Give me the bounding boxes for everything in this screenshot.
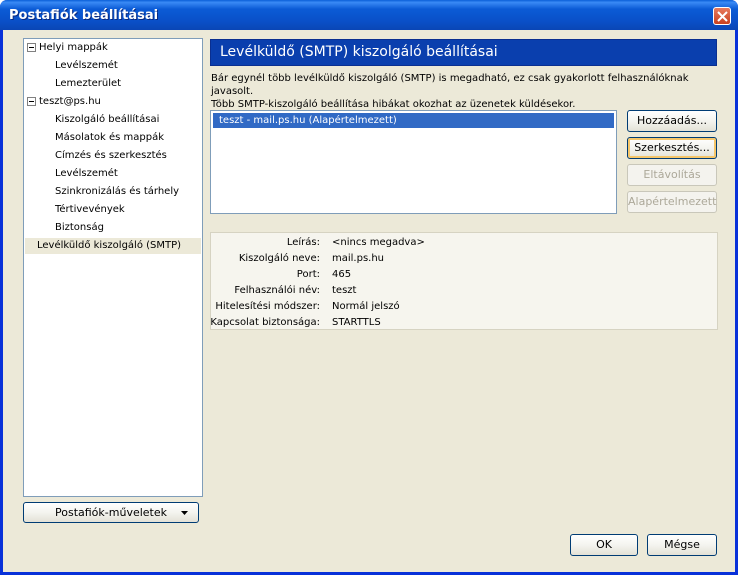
remove-server-label: Eltávolítás (643, 168, 701, 181)
detail-value: <nincs megadva> (332, 237, 425, 248)
detail-value: teszt (332, 285, 357, 296)
account-tree[interactable]: Helyi mappák Levélszemét Lemezterület te… (23, 38, 203, 497)
title-bar[interactable]: Postafiók beállításai (0, 0, 738, 30)
description-line-1: Bár egynél több levélküldő kiszolgáló (S… (211, 73, 689, 97)
tree-item-label: Lemezterület (55, 78, 122, 89)
account-actions-button[interactable]: Postafiók-műveletek (23, 502, 199, 523)
panel-header: Levélküldő (SMTP) kiszolgáló beállításai (210, 39, 717, 66)
detail-value: 465 (332, 269, 352, 280)
tree-item-cimzes[interactable]: Címzés és szerkesztés (55, 148, 167, 164)
detail-label: Hitelesítési módszer: (215, 301, 320, 312)
tree-item-label: Címzés és szerkesztés (55, 150, 167, 161)
tree-item-label: Biztonság (55, 222, 104, 233)
tree-item-smtp[interactable]: Levélküldő kiszolgáló (SMTP) (25, 238, 201, 254)
detail-value: mail.ps.hu (332, 253, 385, 264)
detail-value: Normál jelszó (332, 301, 400, 312)
tree-item-biztonsag[interactable]: Biztonság (55, 220, 104, 236)
collapse-icon[interactable] (27, 97, 36, 106)
close-button[interactable] (713, 7, 731, 25)
tree-item-label: Tértivevények (55, 204, 125, 215)
edit-server-button[interactable]: Szerkesztés... (627, 137, 717, 159)
detail-label: Felhasználói név: (234, 285, 320, 296)
tree-item-label: Levélszemét (55, 168, 118, 179)
cancel-button[interactable]: Mégse (647, 534, 717, 556)
tree-item-label: Helyi mappák (39, 42, 108, 53)
detail-label: Kiszolgáló neve: (238, 253, 320, 264)
add-server-button[interactable]: Hozzáadás... (627, 110, 717, 132)
tree-item-szinkronizalas[interactable]: Szinkronizálás és tárhely (55, 184, 179, 200)
set-default-label: Alapértelmezett (628, 195, 717, 208)
tree-item-label: Másolatok és mappák (55, 132, 165, 143)
detail-value: STARTTLS (332, 317, 381, 328)
tree-item-levelszemet-local[interactable]: Levélszemét (55, 58, 118, 74)
tree-item-label: Szinkronizálás és tárhely (55, 186, 180, 197)
server-details: Leírás: <nincs megadva> Kiszolgáló neve:… (210, 232, 718, 330)
tree-item-levelszemet[interactable]: Levélszemét (55, 166, 118, 182)
window-title: Postafiók beállításai (9, 8, 159, 23)
ok-label: OK (596, 538, 612, 551)
detail-label: Port: (296, 269, 320, 280)
ok-button[interactable]: OK (570, 534, 638, 556)
tree-item-lemezterulet[interactable]: Lemezterület (55, 76, 121, 92)
tree-item-kiszolgalo[interactable]: Kiszolgáló beállításai (55, 112, 159, 128)
tree-item-label: Levélszemét (55, 60, 118, 71)
collapse-icon[interactable] (27, 43, 36, 52)
account-actions-label: Postafiók-műveletek (55, 506, 167, 519)
detail-label: Leírás: (286, 237, 320, 248)
detail-label: Kapcsolat biztonsága: (210, 317, 320, 328)
panel-title: Levélküldő (SMTP) kiszolgáló beállításai (220, 44, 498, 60)
edit-server-label: Szerkesztés... (634, 141, 710, 154)
tree-item-label: Kiszolgáló beállításai (55, 114, 160, 125)
smtp-server-list[interactable]: teszt - mail.ps.hu (Alapértelmezett) (210, 110, 617, 214)
smtp-server-row[interactable]: teszt - mail.ps.hu (Alapértelmezett) (213, 113, 614, 128)
panel-description: Bár egynél több levélküldő kiszolgáló (S… (211, 72, 721, 111)
account-settings-window: Postafiók beállításai Helyi mappák Levél… (0, 0, 738, 575)
tree-item-masolatok[interactable]: Másolatok és mappák (55, 130, 164, 146)
remove-server-button[interactable]: Eltávolítás (627, 164, 717, 186)
add-server-label: Hozzáadás... (637, 114, 707, 127)
tree-item-label: teszt@ps.hu (39, 96, 101, 107)
tree-item-tertivevenyek[interactable]: Tértivevények (55, 202, 125, 218)
close-icon (717, 11, 728, 22)
chevron-down-icon (181, 511, 188, 515)
tree-item-label: Levélküldő kiszolgáló (SMTP) (37, 240, 182, 251)
set-default-button[interactable]: Alapértelmezett (627, 191, 717, 213)
cancel-label: Mégse (664, 538, 700, 551)
